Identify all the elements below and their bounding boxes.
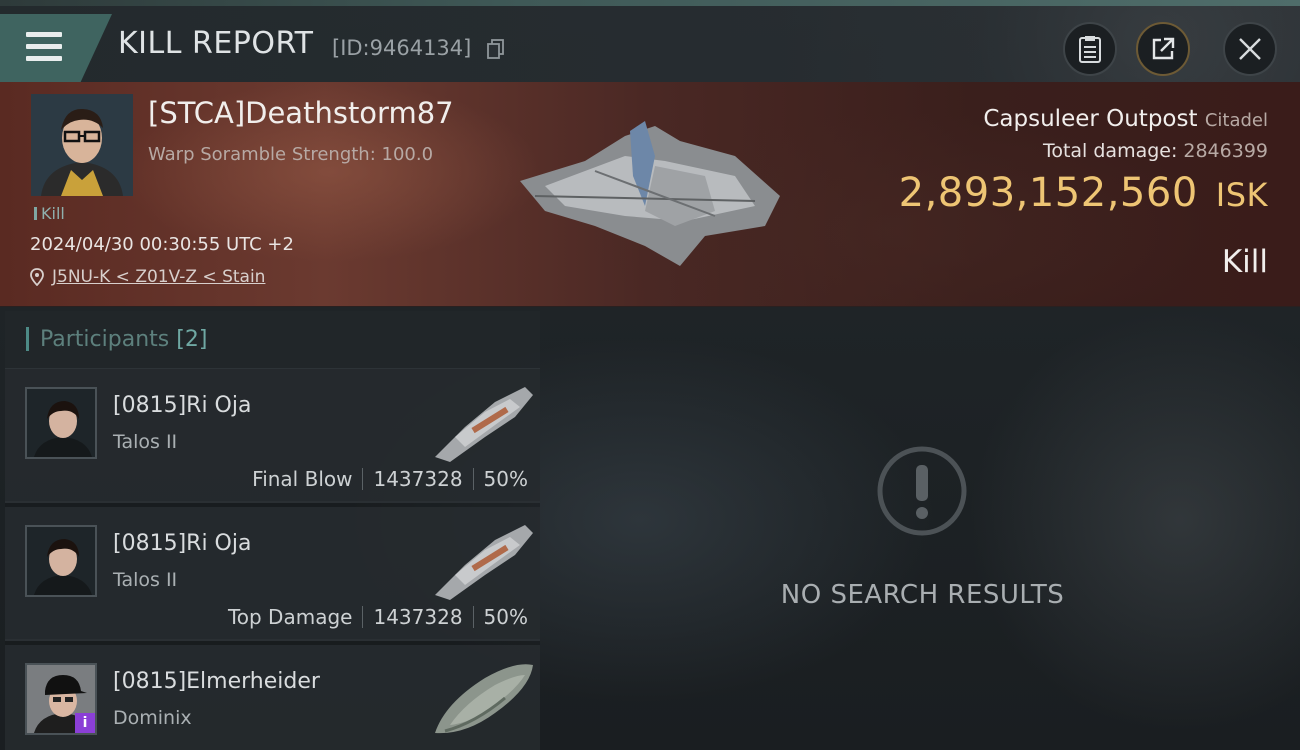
participant-portrait: [27, 389, 95, 457]
location: J5NU-K < Z01V-Z < Stain: [30, 267, 265, 287]
participant-damage: 1437328: [373, 467, 463, 491]
participant-damage: 1437328: [373, 605, 463, 629]
participant-name[interactable]: [0815]Elmerheider: [113, 669, 320, 694]
kill-datetime: 2024/04/30 00:30:55 UTC +2: [30, 234, 294, 255]
stats-divider: [362, 468, 364, 490]
participant-row[interactable]: [0815]Ri Oja Talos II Top Damage 1437328…: [5, 507, 540, 641]
clipboard-button[interactable]: [1063, 22, 1117, 76]
participant-stats: Final Blow 1437328 50%: [252, 467, 528, 491]
total-damage: Total damage: 2846399: [1043, 140, 1268, 162]
info-badge[interactable]: i: [75, 713, 95, 733]
share-icon: [1152, 37, 1175, 60]
participant-role: Final Blow: [252, 467, 353, 491]
clipboard-icon: [1079, 36, 1101, 63]
portrait-image: [31, 94, 133, 196]
participant-row[interactable]: [0815]Ri Oja Talos II Final Blow 1437328…: [5, 369, 540, 503]
copy-icon[interactable]: [487, 39, 505, 59]
hamburger-icon: [26, 32, 62, 37]
participant-name[interactable]: [0815]Ri Oja: [113, 393, 251, 418]
participant-avatar: [25, 387, 97, 459]
participants-title: Participants [2]: [40, 327, 207, 352]
participants-panel: Participants [2] [0815]Ri Oja Talos II F…: [5, 311, 540, 750]
participant-row[interactable]: i [0815]Elmerheider Dominix: [5, 645, 540, 750]
target-name: Capsuleer Outpost Citadel: [983, 106, 1268, 132]
isk-amount: 2,893,152,560: [898, 170, 1198, 216]
hamburger-icon-line: [26, 56, 62, 61]
participant-ship: Talos II: [113, 431, 178, 453]
participants-header: Participants [2]: [5, 311, 540, 369]
result-label: Kill: [1221, 244, 1268, 280]
participant-portrait: [27, 527, 95, 595]
citadel-ship-image: [520, 121, 780, 266]
report-id: [ID:9464134]: [332, 36, 472, 60]
kill-tag: Kill: [34, 204, 65, 223]
target-name-text: Capsuleer Outpost: [983, 106, 1198, 132]
participant-role: Top Damage: [227, 605, 353, 629]
kill-banner: [STCA]Deathstorm87 Warp Soramble Strengt…: [0, 82, 1300, 307]
participants-accent: [26, 327, 29, 351]
share-button[interactable]: [1136, 22, 1190, 76]
isk-unit: ISK: [1215, 176, 1268, 214]
stats-divider: [472, 606, 474, 628]
dominix-ship-image: [435, 664, 533, 734]
participant-avatar: i: [25, 663, 97, 735]
participants-count: [2]: [176, 327, 208, 352]
victim-portrait[interactable]: [31, 94, 133, 196]
kill-tag-label: Kill: [41, 204, 65, 223]
participant-avatar: [25, 525, 97, 597]
total-damage-label: Total damage:: [1042, 140, 1178, 162]
victim-name[interactable]: [STCA]Deathstorm87: [148, 96, 454, 130]
hamburger-icon-line: [26, 44, 62, 49]
talos-ship-image: [435, 387, 533, 462]
participants-label: Participants: [40, 327, 170, 352]
close-icon: [1239, 38, 1261, 60]
location-pin-icon: [30, 268, 44, 286]
kill-tag-marker: [34, 207, 37, 220]
alert-icon: [877, 446, 967, 536]
total-damage-value: 2846399: [1183, 140, 1268, 162]
stats-divider: [362, 606, 364, 628]
empty-state-message: NO SEARCH RESULTS: [780, 580, 1065, 610]
close-button[interactable]: [1223, 22, 1277, 76]
participant-stats: Top Damage 1437328 50%: [228, 605, 528, 629]
location-link[interactable]: J5NU-K < Z01V-Z < Stain: [52, 267, 265, 287]
participant-percent: 50%: [483, 605, 528, 629]
page-title: KILL REPORT: [118, 26, 314, 61]
target-type: Citadel: [1204, 110, 1268, 131]
menu-button[interactable]: [0, 14, 112, 82]
participant-percent: 50%: [483, 467, 528, 491]
participant-ship: Talos II: [113, 569, 178, 591]
warp-scramble-strength: Warp Soramble Strength: 100.0: [148, 144, 434, 165]
isk-value: 2,893,152,560 ISK: [899, 170, 1268, 216]
participant-ship: Dominix: [113, 707, 192, 729]
header-bar: KILL REPORT [ID:9464134]: [0, 6, 1300, 82]
stats-divider: [472, 468, 474, 490]
participant-name[interactable]: [0815]Ri Oja: [113, 531, 251, 556]
talos-ship-image: [435, 525, 533, 600]
